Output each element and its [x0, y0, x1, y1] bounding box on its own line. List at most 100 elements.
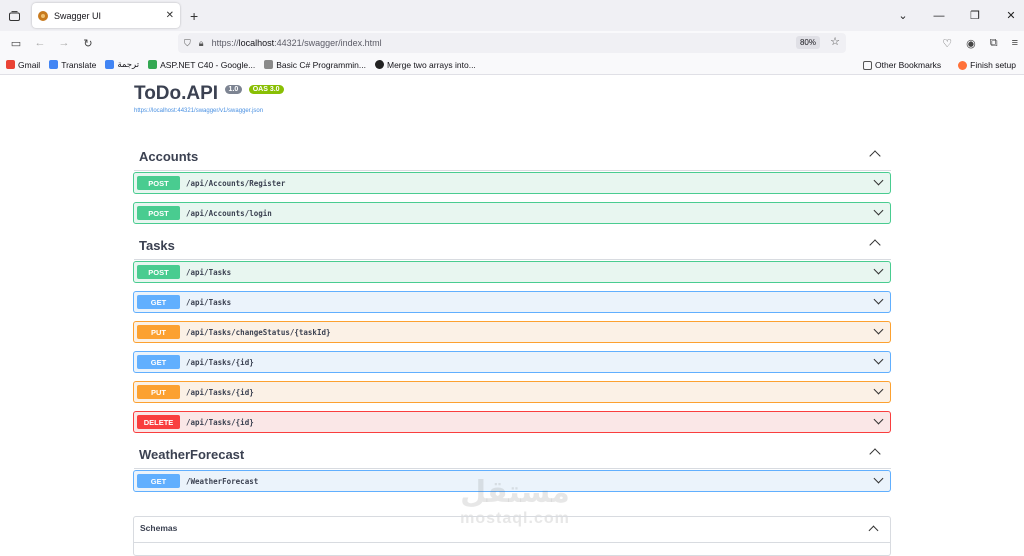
- tag-tasks[interactable]: Tasks: [134, 232, 891, 260]
- drive-icon: [148, 60, 158, 69]
- operation-delete-task-by-id[interactable]: DELETE /api/Tasks/{id}: [133, 411, 891, 433]
- chevron-down-icon[interactable]: [873, 264, 884, 275]
- chevron-up-icon[interactable]: [869, 150, 881, 162]
- schemas-divider: [134, 542, 890, 543]
- chevron-down-icon[interactable]: [873, 294, 884, 305]
- operation-path: /api/Accounts/login: [186, 208, 272, 218]
- shield-icon[interactable]: ⛉: [184, 38, 191, 49]
- nav-bar: ▭ ← → ↻ ⛉ 🔒︎ https:// localhost :44321/s…: [0, 31, 1024, 55]
- spec-url-link[interactable]: https://localhost:44321/swagger/v1/swagg…: [134, 108, 284, 114]
- minimize-icon[interactable]: —: [932, 10, 946, 22]
- url-host: localhost: [238, 38, 275, 48]
- tag-name: Accounts: [139, 149, 199, 164]
- chevron-down-icon[interactable]: [873, 473, 884, 484]
- method-badge: PUT: [137, 325, 180, 339]
- operation-path: /api/Tasks: [186, 267, 232, 277]
- chevron-up-icon[interactable]: [868, 525, 879, 536]
- method-badge: DELETE: [137, 415, 180, 429]
- close-window-icon[interactable]: ✕: [1004, 9, 1018, 22]
- page-icon: [264, 60, 274, 69]
- tab-swagger-ui[interactable]: Swagger UI ✕: [32, 3, 180, 28]
- bookmark-gmail[interactable]: Gmail: [6, 60, 40, 70]
- chevron-up-icon[interactable]: [869, 239, 881, 251]
- extensions-icon[interactable]: ⧉: [990, 37, 998, 50]
- bookmark-translate[interactable]: Translate: [49, 60, 96, 70]
- tab-title: Swagger UI: [54, 10, 102, 21]
- bookmarks-bar: Gmail Translate ترجمة ASP.NET C40 - Goog…: [0, 55, 1024, 75]
- operation-get-task-by-id[interactable]: GET /api/Tasks/{id}: [133, 351, 891, 373]
- oas-badge: OAS 3.0: [248, 85, 284, 94]
- url-bar[interactable]: ⛉ 🔒︎ https:// localhost :44321/swagger/i…: [178, 33, 846, 53]
- sidebar-toggle-icon[interactable]: ▭: [4, 37, 28, 50]
- api-title: ToDo.API: [134, 83, 219, 104]
- tab-overflow-chevron-icon[interactable]: ⌄: [896, 9, 910, 22]
- url-path: :44321/swagger/index.html: [274, 38, 382, 48]
- menu-icon[interactable]: ≡: [1012, 37, 1018, 49]
- operation-path: /api/Tasks/{id}: [186, 357, 254, 367]
- tab-list-icon: [8, 10, 20, 21]
- tab-bar: Swagger UI ✕ + ⌄ — ❐ ✕: [0, 0, 1024, 31]
- finish-setup[interactable]: Finish setup: [958, 60, 1016, 70]
- chevron-down-icon[interactable]: [873, 414, 884, 425]
- operation-path: /WeatherForecast: [186, 476, 259, 486]
- toolbar-right: ♡ ◉ ⧉ ≡: [942, 31, 1018, 55]
- zoom-level[interactable]: 80%: [795, 36, 820, 49]
- restore-icon[interactable]: ❐: [968, 9, 982, 22]
- bookmark-star-icon[interactable]: ☆: [830, 35, 840, 48]
- pocket-icon[interactable]: ♡: [942, 37, 952, 50]
- translate-icon: [105, 60, 115, 69]
- account-icon[interactable]: ◉: [966, 37, 976, 50]
- method-badge: POST: [137, 176, 180, 190]
- bookmark-merge-arrays[interactable]: Merge two arrays into...: [374, 60, 476, 70]
- forward-arrow-icon[interactable]: →: [52, 37, 76, 49]
- back-arrow-icon[interactable]: ←: [28, 37, 52, 49]
- operation-get-tasks[interactable]: GET /api/Tasks: [133, 291, 891, 313]
- version-badge: 1.0: [224, 85, 243, 94]
- operation-put-tasks-change-status[interactable]: PUT /api/Tasks/changeStatus/{taskId}: [133, 321, 891, 343]
- window-controls: ⌄ — ❐ ✕: [896, 0, 1018, 31]
- operation-post-accounts-login[interactable]: POST /api/Accounts/login: [133, 202, 891, 224]
- watermark-arabic: مستقل: [460, 475, 570, 510]
- chevron-down-icon[interactable]: [873, 175, 884, 186]
- tag-weatherforecast[interactable]: WeatherForecast: [134, 441, 891, 469]
- new-tab-button[interactable]: +: [190, 8, 198, 24]
- method-badge: PUT: [137, 385, 180, 399]
- operation-path: /api/Accounts/Register: [186, 178, 286, 188]
- chevron-down-icon[interactable]: [873, 384, 884, 395]
- bookmark-aspnet[interactable]: ASP.NET C40 - Google...: [148, 60, 255, 70]
- chevron-up-icon[interactable]: [869, 448, 881, 460]
- reload-icon[interactable]: ↻: [76, 37, 100, 50]
- tab-list-button[interactable]: [0, 0, 28, 31]
- swagger-favicon-icon: [38, 10, 48, 21]
- url-scheme: https://: [211, 38, 239, 48]
- method-badge: GET: [137, 295, 180, 309]
- operation-path: /api/Tasks/{id}: [186, 417, 254, 427]
- chevron-down-icon[interactable]: [873, 324, 884, 335]
- other-bookmarks[interactable]: Other Bookmarks: [863, 60, 941, 70]
- chevron-down-icon[interactable]: [873, 205, 884, 216]
- operation-path: /api/Tasks: [186, 297, 232, 307]
- method-badge: GET: [137, 474, 180, 488]
- schemas-section[interactable]: Schemas: [133, 516, 891, 556]
- translate-icon: [49, 60, 59, 69]
- method-badge: POST: [137, 206, 180, 220]
- bookmark-translate-ar[interactable]: ترجمة: [105, 59, 139, 70]
- operation-post-tasks[interactable]: POST /api/Tasks: [133, 261, 891, 283]
- operation-path: /api/Tasks/changeStatus/{taskId}: [186, 327, 331, 337]
- api-info: ToDo.API 1.0 OAS 3.0 https://localhost:4…: [134, 83, 284, 114]
- tag-accounts[interactable]: Accounts: [134, 143, 891, 171]
- bookmarks-right: Other Bookmarks Finish setup: [863, 55, 1016, 75]
- lock-icon[interactable]: 🔒︎: [199, 38, 204, 49]
- github-icon: [374, 60, 384, 69]
- folder-icon: [863, 60, 873, 70]
- operation-path: /api/Tasks/{id}: [186, 387, 254, 397]
- schemas-title: Schemas: [140, 523, 178, 533]
- bookmark-basic-csharp[interactable]: Basic C# Programmin...: [264, 60, 366, 70]
- operation-put-task-by-id[interactable]: PUT /api/Tasks/{id}: [133, 381, 891, 403]
- operation-post-accounts-register[interactable]: POST /api/Accounts/Register: [133, 172, 891, 194]
- tag-name: WeatherForecast: [139, 447, 245, 462]
- method-badge: GET: [137, 355, 180, 369]
- firefox-icon: [958, 60, 968, 70]
- tab-close-icon[interactable]: ✕: [166, 10, 174, 21]
- chevron-down-icon[interactable]: [873, 354, 884, 365]
